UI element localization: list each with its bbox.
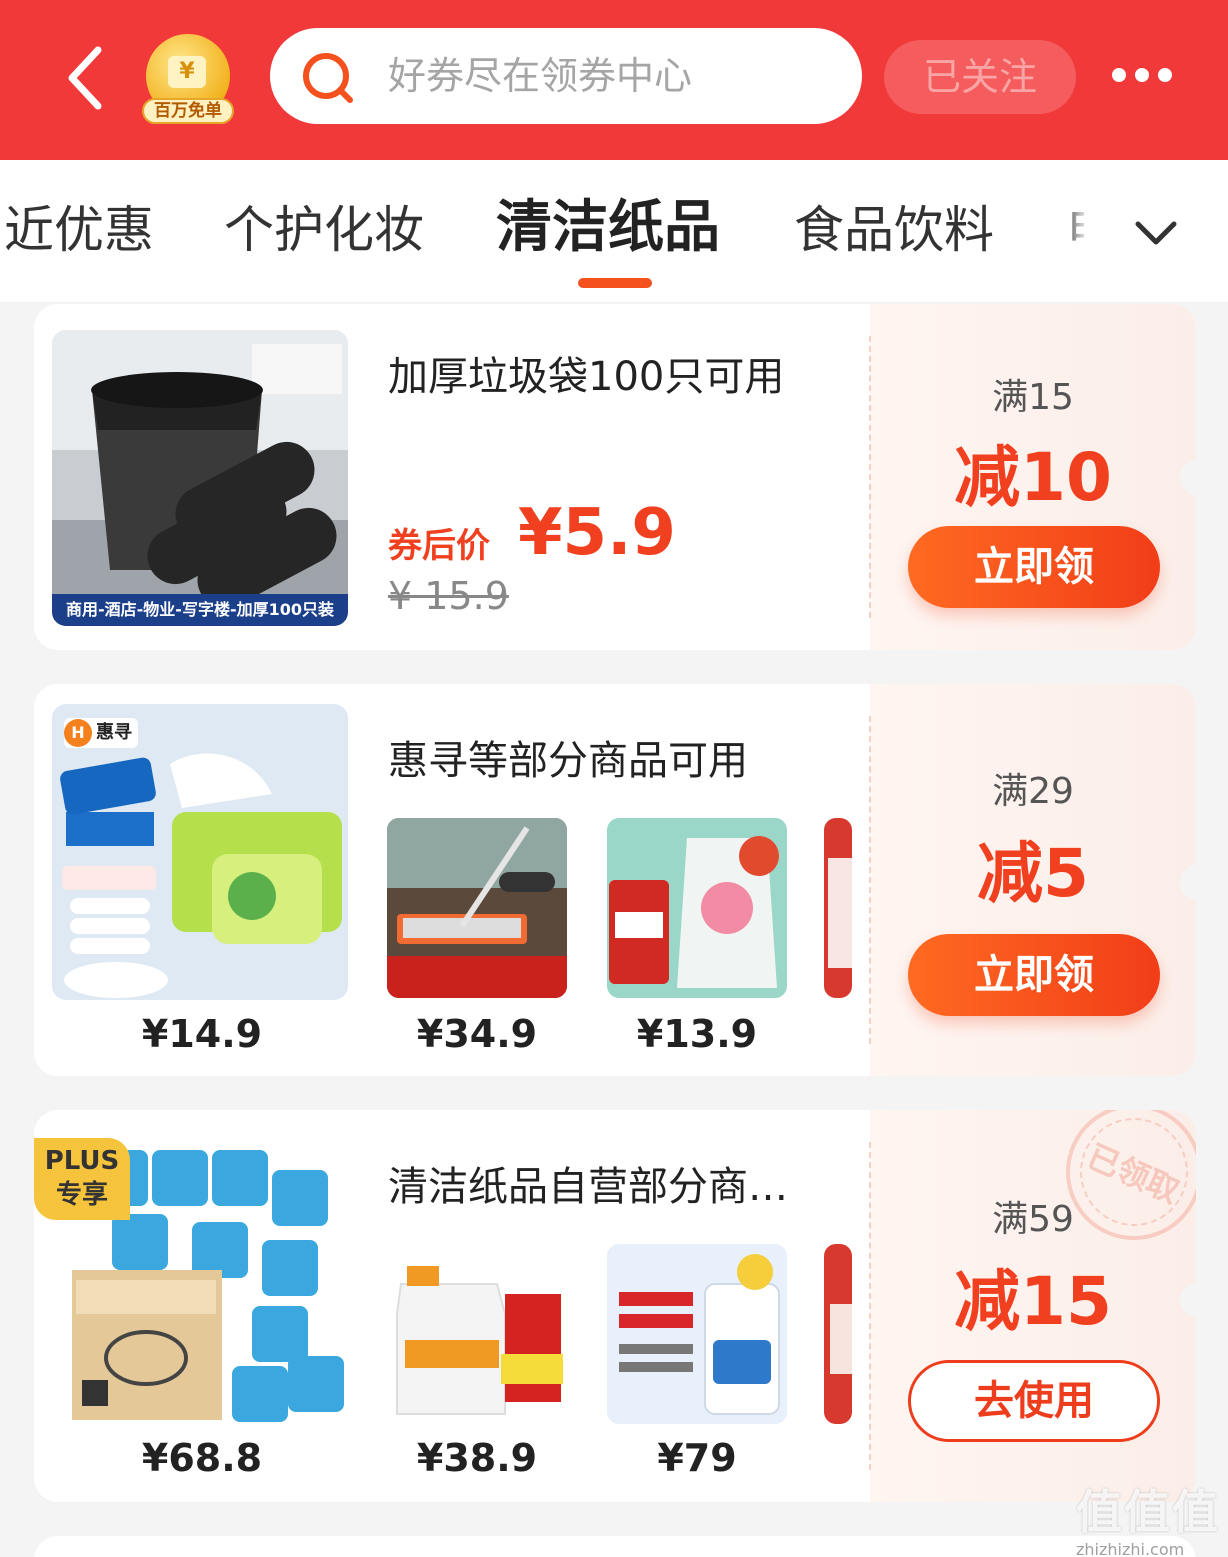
active-tab-indicator [578, 278, 652, 288]
badge-label: 百万免单 [142, 98, 234, 124]
after-coupon-label: 券后价 [388, 526, 490, 566]
trash-bag-illustration [52, 330, 348, 626]
original-price: ¥ 15.9 [388, 574, 509, 618]
coupon-threshold: 满59 [992, 1199, 1074, 1240]
image-caption: 商用-酒店-物业-写字楼-加厚100只装 [66, 600, 334, 619]
wet-wipes-illustration [52, 704, 348, 1000]
disinfectant-illustration [607, 1244, 787, 1424]
product-thumbnail[interactable] [387, 1244, 567, 1424]
brand-logo: H 惠寻 [64, 718, 138, 748]
coupon-discount: 减10 [954, 439, 1112, 516]
product-thumbnail[interactable] [607, 1244, 787, 1424]
follow-button[interactable]: 已关注 [884, 40, 1076, 114]
search-icon [303, 53, 353, 103]
product-price: ¥79 [657, 1436, 737, 1480]
product-image[interactable]: 商用-酒店-物业-写字楼-加厚100只装 [52, 330, 348, 626]
degreaser-jug-illustration [387, 1244, 567, 1424]
watermark-logo: 值值值 [1076, 1485, 1220, 1539]
tab-food-drinks[interactable]: 食品饮料 [794, 198, 994, 262]
coupon-card: H 惠寻 ¥14.9 惠寻等部分商品可用 ¥34.9 ¥13.9 满29 减5 … [34, 684, 1196, 1076]
coupon-card-partial [34, 1536, 1196, 1557]
coupon-title: 清洁纸品自营部分商… [388, 1164, 788, 1210]
product-image[interactable]: H 惠寻 [52, 704, 348, 1000]
tab-personal-care[interactable]: 个护化妆 [224, 198, 424, 262]
product-price: ¥38.9 [416, 1436, 538, 1480]
claim-button[interactable]: 立即领 [908, 526, 1160, 608]
product-thumbnail-partial[interactable] [824, 818, 852, 998]
product-thumbnail[interactable] [607, 818, 787, 998]
chevron-down-icon[interactable] [1130, 212, 1182, 252]
use-coupon-button[interactable]: 去使用 [908, 1360, 1160, 1442]
back-arrow-icon[interactable] [58, 40, 118, 116]
tab-recent-deals[interactable]: 近优惠 [4, 198, 154, 262]
top-bar: ¥ 百万免单 已关注 [0, 0, 1228, 160]
product-thumbnail-partial[interactable] [824, 1244, 852, 1424]
laundry-detergent-illustration [607, 818, 787, 998]
mop-illustration [387, 818, 567, 998]
product-thumbnail[interactable] [387, 818, 567, 998]
after-coupon-price: ¥5.9 [518, 496, 676, 570]
free-order-badge[interactable]: ¥ 百万免单 [142, 30, 234, 126]
watermark-url: zhizhizhi.com [1076, 1540, 1185, 1557]
search-input[interactable] [388, 28, 838, 124]
more-icon[interactable] [1110, 62, 1174, 92]
category-tabs: 近优惠 个护化妆 清洁纸品 食品饮料 电 [0, 160, 1228, 302]
coupon-threshold: 满29 [992, 771, 1074, 812]
coupon-icon: ¥ [168, 56, 206, 88]
site-watermark: 值值值 zhizhizhi.com [1076, 1476, 1226, 1557]
coupon-card: 商用-酒店-物业-写字楼-加厚100只装 加厚垃圾袋100只可用 券后价 ¥5.… [34, 304, 1196, 650]
product-price: ¥14.9 [141, 1012, 263, 1056]
product-price: ¥34.9 [416, 1012, 538, 1056]
partial-product-illustration [824, 1244, 852, 1424]
coupon-title: 惠寻等部分商品可用 [388, 738, 748, 784]
coupon-threshold: 满15 [992, 377, 1074, 418]
plus-exclusive-badge: PLUS专享 [34, 1138, 130, 1220]
coupon-discount: 减15 [954, 1263, 1112, 1340]
tab-cleaning-paper[interactable]: 清洁纸品 [496, 196, 720, 260]
claim-button[interactable]: 立即领 [908, 934, 1160, 1016]
search-bar[interactable] [270, 28, 862, 124]
coupon-discount: 减5 [977, 835, 1089, 912]
partial-product-illustration [824, 818, 852, 998]
product-price: ¥13.9 [636, 1012, 758, 1056]
coupon-card: 已领取 PLUS专享 ¥68.8 清洁纸品自营部分商… ¥38.9 ¥79 满5… [34, 1110, 1196, 1502]
coupon-title: 加厚垃圾袋100只可用 [388, 354, 785, 400]
product-price: ¥68.8 [141, 1436, 263, 1480]
